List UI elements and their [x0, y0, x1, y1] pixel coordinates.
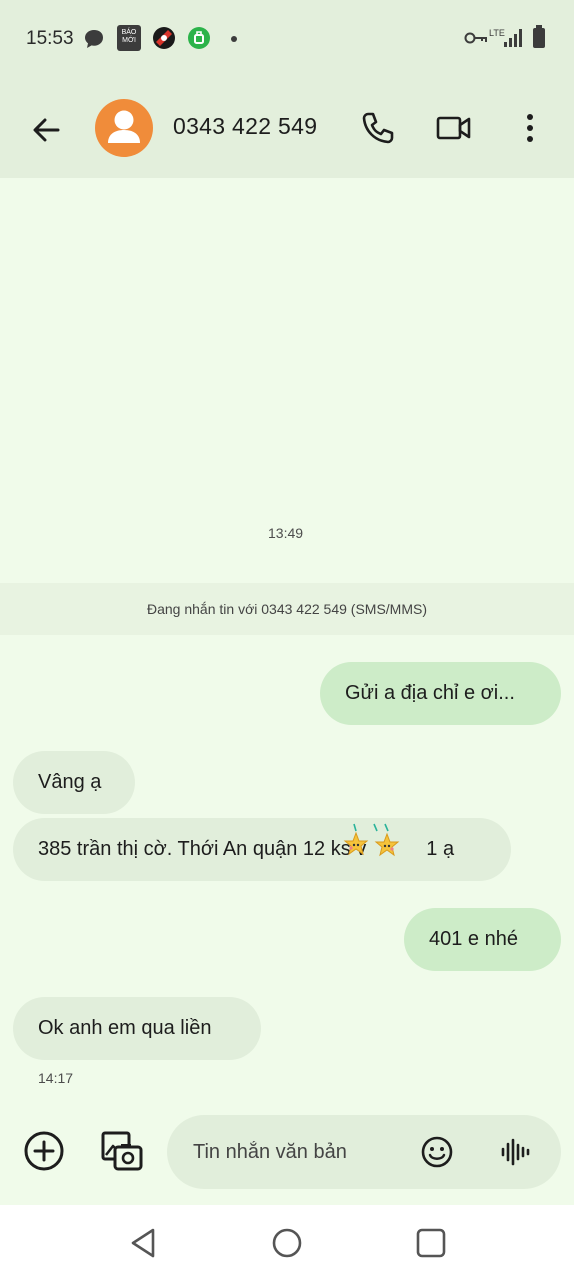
video-call-icon[interactable] [434, 108, 474, 148]
status-time: 15:53 [26, 28, 74, 49]
vpn-key-icon [464, 32, 487, 44]
person-icon [108, 110, 140, 143]
timestamp-bottom: 14:17 [38, 1070, 74, 1086]
dot-icon [231, 36, 237, 42]
message-input-container[interactable] [167, 1115, 561, 1189]
star-sticker-icon [343, 823, 426, 865]
recents-square-icon[interactable] [413, 1225, 449, 1261]
bao-moi-icon: BÁO MỚI [117, 25, 141, 51]
home-circle-icon[interactable] [269, 1225, 305, 1261]
app-badge-icon [153, 27, 175, 49]
avatar[interactable] [95, 99, 153, 157]
green-app-icon [188, 27, 210, 49]
message-text: 385 trần thị cờ. Thới An quận 12 ks v [38, 838, 367, 860]
phone-icon[interactable] [357, 108, 397, 148]
message-bubble-incoming[interactable]: 385 trần thị cờ. Thới An quận 12 ks v 1 … [13, 818, 511, 881]
chat-bubble-icon [85, 30, 103, 48]
more-vert-icon[interactable] [510, 108, 550, 148]
gallery-icon[interactable] [97, 1127, 145, 1175]
lte-signal-icon [504, 29, 522, 47]
message-bubble-outgoing[interactable]: 401 e nhé [404, 908, 561, 971]
contact-name[interactable]: 0343 422 549 [173, 113, 317, 140]
add-circle-icon[interactable] [20, 1127, 68, 1175]
message-input[interactable] [193, 1115, 413, 1189]
message-text-after: 1 ạ [426, 838, 455, 860]
message-bubble-incoming[interactable]: Vâng ạ [13, 751, 135, 814]
app-bar: 0343 422 549 [0, 80, 574, 178]
back-arrow-icon[interactable] [26, 110, 66, 150]
bao-moi-label: BÁO MỚI [121, 29, 137, 44]
status-bar: 15:53 BÁO MỚI LTE [0, 0, 574, 80]
battery-icon [533, 25, 545, 48]
message-bubble-incoming[interactable]: Ok anh em qua liền [13, 997, 261, 1060]
message-bubble-outgoing[interactable]: Gửi a địa chỉ e ơi... [320, 662, 561, 725]
conversation-banner: Đang nhắn tin với 0343 422 549 (SMS/MMS) [0, 583, 574, 635]
timestamp-top: 13:49 [268, 525, 304, 541]
back-triangle-icon[interactable] [125, 1225, 161, 1261]
navigation-bar [0, 1205, 574, 1280]
voice-icon[interactable] [497, 1134, 533, 1170]
emoji-icon[interactable] [419, 1134, 455, 1170]
